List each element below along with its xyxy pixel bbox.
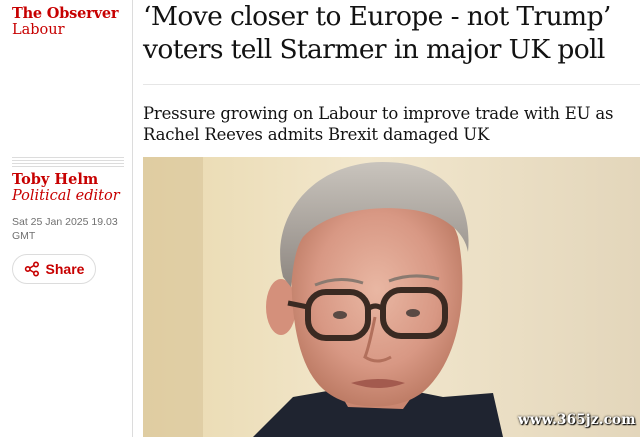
standfirst-line-1: Pressure growing on Labour to improve tr… — [143, 104, 614, 123]
author-role: Political editor — [12, 188, 120, 204]
share-button[interactable]: Share — [12, 254, 96, 284]
publish-date: Sat 25 Jan 2025 19.03 — [12, 216, 118, 228]
section-link[interactable]: Labour — [12, 22, 65, 39]
share-label: Share — [45, 261, 85, 277]
headline-line-2: voters tell Starmer in major UK poll — [143, 34, 605, 65]
publication-name[interactable]: The Observer — [12, 5, 118, 22]
standfirst: Pressure growing on Labour to improve tr… — [143, 103, 638, 145]
lead-photo — [143, 157, 640, 437]
headline-line-1: ‘Move closer to Europe - not Trump’ — [143, 1, 611, 32]
author-name[interactable]: Toby Helm — [12, 171, 98, 188]
share-icon — [24, 261, 39, 277]
byline-divider — [12, 157, 124, 168]
column-divider — [132, 0, 133, 437]
headline: ‘Move closer to Europe - not Trump’ vote… — [143, 0, 638, 66]
publish-timezone: GMT — [12, 230, 36, 242]
byline-column: The Observer Labour Toby Helm Political … — [0, 0, 132, 437]
headline-divider — [143, 84, 640, 85]
watermark-text: www.365jz.com — [518, 412, 636, 428]
standfirst-line-2: Rachel Reeves admits Brexit damaged UK — [143, 125, 490, 144]
